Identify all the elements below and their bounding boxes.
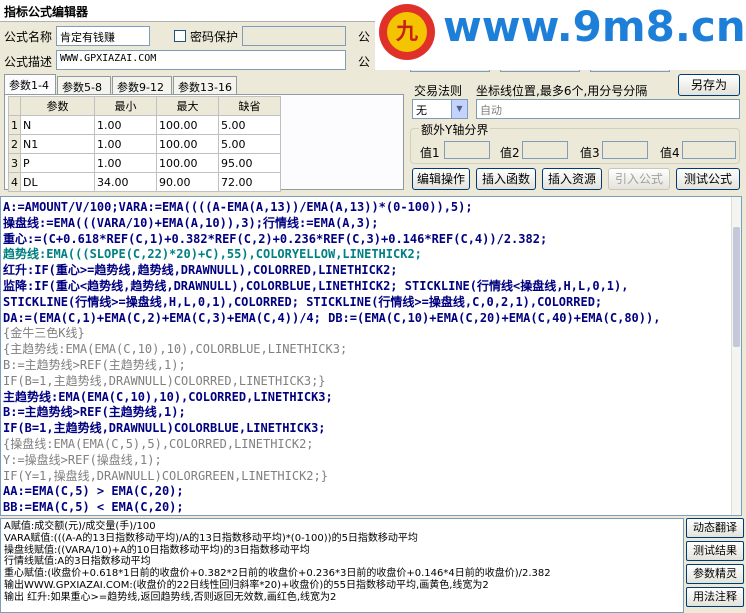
param-name-cell[interactable]: DL bbox=[20, 172, 95, 192]
output-line: 重心赋值:(收盘价+0.618*1日前的收盘价+0.382*2日前的收盘价+0.… bbox=[4, 568, 551, 580]
header-param: 参数 bbox=[20, 96, 95, 116]
dynamic-translate-button[interactable]: 动态翻译 bbox=[686, 518, 744, 538]
output-line: VARA赋值:(((A-A的13日指数移动平均)/A的13日指数移动平均)*(0… bbox=[4, 532, 418, 544]
right-label-2: 公 bbox=[358, 55, 371, 69]
password-input[interactable] bbox=[242, 26, 346, 46]
code-line: 红升:IF(重心>=趋势线,趋势线,DRAWNULL),COLORRED,LIN… bbox=[3, 263, 398, 278]
param-default-cell[interactable]: 95.00 bbox=[218, 153, 281, 173]
watermark: 九 www.9m8.cn bbox=[375, 0, 746, 70]
header-min: 最小 bbox=[94, 96, 157, 116]
v3-label: 值3 bbox=[580, 146, 600, 160]
tab-params-13-16[interactable]: 参数13-16 bbox=[173, 76, 237, 94]
output-line: 行情线赋值:A的3日指数移动平均 bbox=[4, 556, 151, 568]
axis-hint: 坐标线位置,最多6个,用分号分隔 bbox=[476, 84, 648, 98]
code-line: IF(Y=1,操盘线,DRAWNULL)COLORGREEN,LINETHICK… bbox=[3, 468, 328, 483]
v2-input[interactable] bbox=[522, 141, 568, 159]
edit-op-button[interactable]: 编辑操作 bbox=[412, 168, 470, 190]
watermark-site: www.9m8.cn bbox=[443, 2, 746, 51]
password-checkbox[interactable] bbox=[174, 30, 186, 42]
header-max: 最大 bbox=[156, 96, 219, 116]
code-line: Y:=操盘线>REF(操盘线,1); bbox=[3, 452, 162, 467]
v1-label: 值1 bbox=[420, 146, 440, 160]
output-line: 输出WWW.GPXIAZAI.COM:(收盘价的22日线性回归斜率*20)+收盘… bbox=[4, 580, 489, 591]
code-line: 重心:=(C+0.618*REF(C,1)+0.382*REF(C,2)+0.2… bbox=[3, 231, 548, 246]
insert-function-button[interactable]: 插入函数 bbox=[476, 168, 536, 190]
param-min-cell[interactable]: 1.00 bbox=[94, 115, 157, 135]
code-line: 监降:IF(重心<趋势线,趋势线,DRAWNULL),COLORBLUE,LIN… bbox=[3, 279, 629, 293]
tab-params-1-4[interactable]: 参数1-4 bbox=[4, 74, 56, 94]
param-name-cell[interactable]: N bbox=[20, 115, 95, 135]
formula-editor-window: 指标公式编辑器 九 www.9m8.cn 公式名称 肯定有钱赚 密码保护 公 公… bbox=[0, 0, 746, 613]
output-line: 操盘线赋值:((VARA/10)+A的10日指数移动平均)的3日指数移动平均 bbox=[4, 544, 310, 556]
param-min-cell[interactable]: 1.00 bbox=[94, 153, 157, 173]
translation-output: A赋值:成交额(元)/成交量(手)/100 VARA赋值:(((A-A的13日指数… bbox=[0, 518, 684, 613]
usage-notes-button[interactable]: 用法注释 bbox=[686, 587, 744, 607]
param-table: 参数 最小 最大 缺省 1 N 1.00 100.00 5.00 2 N1 1.… bbox=[8, 96, 281, 192]
code-line: DA:=(EMA(C,1)+EMA(C,2)+EMA(C,3)+EMA(C,4)… bbox=[3, 310, 661, 325]
param-wizard-button[interactable]: 参数精灵 bbox=[686, 564, 744, 584]
table-row: 4 DL 34.00 90.00 72.00 bbox=[8, 172, 281, 192]
save-as-button[interactable]: 另存为 bbox=[678, 74, 740, 96]
watermark-logo-icon: 九 bbox=[379, 4, 435, 60]
test-formula-button[interactable]: 测试公式 bbox=[676, 168, 740, 190]
extra-y-label: 额外Y轴分界 bbox=[419, 121, 491, 138]
v1-input[interactable] bbox=[444, 141, 490, 159]
param-min-cell[interactable]: 1.00 bbox=[94, 134, 157, 154]
param-max-cell[interactable]: 90.00 bbox=[156, 172, 219, 192]
code-line: BB:=EMA(C,5) < EMA(C,20); bbox=[3, 500, 184, 515]
param-default-cell[interactable]: 5.00 bbox=[218, 134, 281, 154]
test-result-button[interactable]: 测试结果 bbox=[686, 541, 744, 561]
output-line: 输出 红升:如果重心>=趋势线,返回趋势线,否则返回无效数,画红色,线宽为2 bbox=[4, 591, 337, 603]
scroll-thumb[interactable] bbox=[733, 227, 740, 347]
name-label: 公式名称 bbox=[4, 30, 53, 44]
v3-input[interactable] bbox=[602, 141, 648, 159]
param-name-cell[interactable]: N1 bbox=[20, 134, 95, 154]
v4-input[interactable] bbox=[682, 141, 736, 159]
name-input[interactable]: 肯定有钱赚 bbox=[56, 26, 150, 46]
insert-resource-button[interactable]: 插入资源 bbox=[542, 168, 602, 190]
param-default-cell[interactable]: 72.00 bbox=[218, 172, 281, 192]
code-line: 主趋势线:EMA(EMA(C,10),10),COLORRED,LINETHIC… bbox=[3, 389, 333, 404]
header-default: 缺省 bbox=[218, 96, 281, 116]
param-name-cell[interactable]: P bbox=[20, 153, 95, 173]
import-formula-button[interactable]: 引入公式 bbox=[608, 168, 670, 190]
code-line: IF(B=1,主趋势线,DRAWNULL)COLORRED,LINETHICK3… bbox=[3, 373, 326, 388]
param-min-cell[interactable]: 34.00 bbox=[94, 172, 157, 192]
code-line: {操盘线:EMA(EMA(C,5),5),COLORRED,LINETHICK2… bbox=[3, 437, 314, 451]
param-max-cell[interactable]: 100.00 bbox=[156, 115, 219, 135]
vertical-scrollbar[interactable] bbox=[731, 197, 741, 515]
output-line: A赋值:成交额(元)/成交量(手)/100 bbox=[4, 521, 156, 532]
param-max-cell[interactable]: 100.00 bbox=[156, 153, 219, 173]
table-row: 1 N 1.00 100.00 5.00 bbox=[8, 115, 281, 135]
param-max-cell[interactable]: 100.00 bbox=[156, 134, 219, 154]
right-label-1: 公 bbox=[358, 30, 371, 44]
axis-input[interactable]: 自动 bbox=[476, 99, 740, 119]
code-line: 操盘线:=EMA(((VARA/10)+EMA(A,10)),3);行情线:=E… bbox=[3, 215, 379, 230]
password-label: 密码保护 bbox=[190, 30, 239, 44]
code-line: A:=AMOUNT/V/100;VARA:=EMA((((A-EMA(A,13)… bbox=[3, 200, 473, 214]
code-line: AA:=EMA(C,5) > EMA(C,20); bbox=[3, 484, 184, 499]
code-line: STICKLINE(行情线>=操盘线,H,L,0,1),COLORRED; ST… bbox=[3, 294, 603, 309]
param-default-cell[interactable]: 5.00 bbox=[218, 115, 281, 135]
window-title: 指标公式编辑器 bbox=[4, 5, 89, 19]
chevron-down-icon[interactable]: ▼ bbox=[451, 100, 467, 118]
code-line: {金牛三色K线} bbox=[3, 326, 85, 341]
desc-input[interactable]: WWW.GPXIAZAI.COM bbox=[56, 50, 346, 70]
table-row: 2 N1 1.00 100.00 5.00 bbox=[8, 134, 281, 154]
desc-label: 公式描述 bbox=[4, 55, 53, 69]
v2-label: 值2 bbox=[500, 146, 520, 160]
v4-label: 值4 bbox=[660, 146, 680, 160]
table-row: 3 P 1.00 100.00 95.00 bbox=[8, 153, 281, 173]
code-line: {主趋势线:EMA(EMA(C,10),10),COLORBLUE,LINETH… bbox=[3, 342, 348, 357]
rule-label: 交易法则 bbox=[414, 84, 463, 98]
code-line: IF(B=1,主趋势线,DRAWNULL)COLORBLUE,LINETHICK… bbox=[3, 421, 326, 436]
code-line: 趋势线:EMA(((SLOPE(C,22)*20)+C),55),COLORYE… bbox=[3, 247, 422, 262]
code-line: B:=主趋势线>REF(主趋势线,1); bbox=[3, 358, 186, 372]
rule-select[interactable]: 无 ▼ bbox=[412, 99, 468, 119]
tab-params-9-12[interactable]: 参数9-12 bbox=[112, 76, 172, 94]
code-editor[interactable]: A:=AMOUNT/V/100;VARA:=EMA((((A-EMA(A,13)… bbox=[0, 196, 742, 516]
tab-params-5-8[interactable]: 参数5-8 bbox=[57, 76, 111, 94]
code-line: B:=主趋势线>REF(主趋势线,1); bbox=[3, 405, 186, 420]
